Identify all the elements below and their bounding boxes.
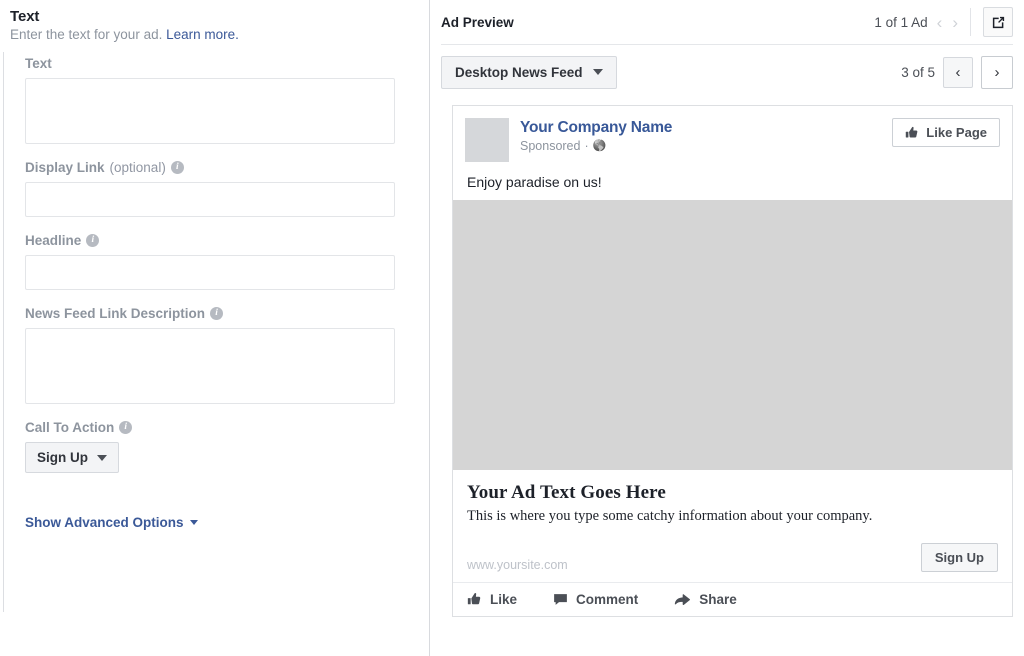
chevron-down-icon (189, 520, 198, 525)
text-settings-panel: Text Enter the text for your ad. Learn m… (0, 0, 430, 656)
like-page-label: Like Page (926, 125, 987, 140)
headline-field-label: Headline i (25, 233, 429, 248)
post-identity: Your Company Name Sponsored · 🌎 (520, 118, 672, 153)
text-label: Text (25, 56, 52, 71)
share-action[interactable]: Share (674, 592, 737, 607)
headline-label: Headline (25, 233, 82, 248)
open-in-new-window-button[interactable] (983, 7, 1013, 37)
page-name[interactable]: Your Company Name (520, 119, 672, 137)
share-action-label: Share (699, 592, 737, 607)
page-title: Text (10, 8, 40, 25)
post-action-bar: Like Comment Share (453, 582, 1012, 616)
ad-count-label: 1 of 1 Ad (874, 14, 928, 30)
post-body-text: Enjoy paradise on us! (467, 174, 602, 190)
chevron-down-icon (97, 454, 107, 461)
link-preview-block: Your Ad Text Goes Here This is where you… (453, 470, 1012, 582)
display-link-input[interactable] (25, 182, 395, 217)
sponsored-label: Sponsored (520, 138, 581, 153)
external-link-icon (992, 16, 1004, 28)
ad-pager: ‹ › (937, 14, 958, 31)
field-headline: Headline i (25, 233, 429, 290)
call-to-action-dropdown[interactable]: Sign Up (25, 442, 119, 473)
display-link-optional-text: (optional) (109, 160, 166, 175)
show-advanced-options-link[interactable]: Show Advanced Options (25, 515, 198, 530)
next-ad-icon[interactable]: › (952, 14, 958, 31)
page-avatar (465, 118, 509, 162)
comment-bubble-icon (554, 594, 567, 605)
globe-icon: 🌎 (592, 140, 607, 153)
ad-image-placeholder (453, 200, 1012, 470)
call-to-action-label: Call To Action (25, 420, 115, 435)
info-icon[interactable]: i (210, 307, 224, 320)
news-feed-link-description-label: News Feed Link Description (25, 306, 206, 321)
show-advanced-options-label: Show Advanced Options (25, 515, 184, 530)
cta-button[interactable]: Sign Up (920, 543, 998, 572)
like-action[interactable]: Like (467, 592, 517, 607)
text-form: Text Display Link (optional) i Headline … (3, 52, 429, 612)
thumbs-up-icon (906, 126, 918, 137)
headline-input[interactable] (25, 255, 395, 290)
placement-bar: Desktop News Feed 3 of 5 ‹ › (430, 45, 1024, 99)
section-header: Text Enter the text for your ad. Learn m… (0, 0, 429, 42)
thumbs-up-icon (467, 592, 481, 605)
previous-ad-icon[interactable]: ‹ (937, 14, 943, 31)
placement-pager: 3 of 5 ‹ › (901, 55, 1013, 89)
text-input[interactable] (25, 78, 395, 144)
placement-count-label: 3 of 5 (901, 64, 935, 80)
like-action-label: Like (490, 592, 518, 607)
like-page-button[interactable]: Like Page (892, 118, 1000, 147)
info-icon[interactable]: i (170, 161, 184, 174)
field-display-link: Display Link (optional) i (25, 160, 429, 217)
share-arrow-icon (675, 594, 691, 605)
info-icon[interactable]: i (119, 421, 133, 434)
call-to-action-field-label: Call To Action i (25, 420, 429, 435)
section-subtitle: Enter the text for your ad. Learn more. (10, 27, 429, 42)
field-text: Text (25, 56, 429, 144)
learn-more-link[interactable]: Learn more. (166, 27, 239, 42)
ad-preview-panel: Ad Preview 1 of 1 Ad ‹ › Desktop News Fe… (430, 0, 1024, 656)
link-url: www.yoursite.com (467, 558, 568, 572)
display-link-label: Display Link (25, 160, 105, 175)
display-link-field-label: Display Link (optional) i (25, 160, 429, 175)
preview-title: Ad Preview (441, 14, 514, 30)
news-feed-link-description-input[interactable] (25, 328, 395, 404)
previous-placement-button[interactable]: ‹ (943, 56, 973, 88)
link-headline: Your Ad Text Goes Here (467, 482, 666, 503)
ad-editor-screen: Text Enter the text for your ad. Learn m… (0, 0, 1024, 656)
field-call-to-action: Call To Action i Sign Up (25, 420, 429, 473)
preview-toolbar-right: 1 of 1 Ad ‹ › (874, 7, 1013, 37)
link-description: This is where you type some catchy infor… (467, 508, 873, 524)
field-news-feed-link-description: News Feed Link Description i (25, 306, 429, 404)
info-icon[interactable]: i (86, 234, 100, 247)
news-feed-link-description-field-label: News Feed Link Description i (25, 306, 429, 321)
comment-action-label: Comment (576, 592, 639, 607)
section-subtitle-text: Enter the text for your ad. (10, 27, 163, 42)
placement-value: Desktop News Feed (455, 64, 583, 80)
text-field-label: Text (25, 56, 429, 71)
chevron-down-icon (592, 69, 603, 75)
call-to-action-value: Sign Up (37, 450, 88, 465)
placement-dropdown[interactable]: Desktop News Feed (441, 55, 617, 89)
post-header: Your Company Name Sponsored · 🌎 Like Pag… (453, 106, 1012, 162)
toolbar-divider (970, 8, 971, 36)
ad-post-card: Your Company Name Sponsored · 🌎 Like Pag… (452, 105, 1013, 617)
preview-toolbar: Ad Preview 1 of 1 Ad ‹ › (430, 0, 1024, 44)
comment-action[interactable]: Comment (553, 592, 638, 607)
next-placement-button[interactable]: › (981, 55, 1013, 89)
sponsored-line: Sponsored · 🌎 (520, 139, 672, 153)
separator-dot: · (584, 138, 589, 153)
